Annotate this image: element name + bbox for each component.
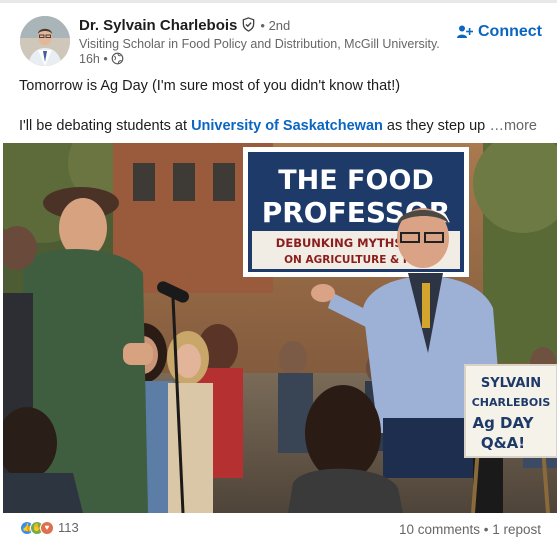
post-text-fragment: I'll be debating students at (19, 118, 192, 134)
connection-degree: • 2nd (260, 18, 291, 33)
comments-reposts-count[interactable]: 10 comments • 1 repost (399, 522, 541, 537)
love-icon: ♥ (40, 520, 54, 535)
reactions-summary[interactable]: 👍 ✋ ♥ 113 (20, 520, 79, 535)
reaction-count: 113 (58, 520, 79, 535)
post-time: 16h • (79, 52, 108, 66)
sign-line: Q&A! (481, 434, 525, 452)
post-header: Dr. Sylvain Charlebois • 2nd Visiting Sch… (0, 10, 557, 72)
post-text-line: Tomorrow is Ag Day (I'm sure most of you… (19, 78, 401, 94)
banner-title-line: THE FOOD (278, 165, 434, 196)
post-text-fragment: as they step up (382, 118, 486, 134)
connect-label: Connect (478, 23, 542, 40)
post-text-line: I'll be debating students at University … (19, 118, 485, 134)
verified-icon (241, 17, 256, 36)
sign-line: CHARLEBOIS (472, 396, 551, 409)
connect-button[interactable]: Connect (457, 23, 542, 41)
sign-line: SYLVAIN (481, 376, 541, 391)
see-more-link[interactable]: …more (489, 118, 537, 134)
post-image[interactable]: THE FOOD PROFESSOR DEBUNKING MYTHS & FA … (3, 143, 557, 513)
author-line: Dr. Sylvain Charlebois • 2nd (79, 17, 290, 36)
organization-mention-link[interactable]: University of Saskatchewan (191, 118, 383, 134)
feed-post: Dr. Sylvain Charlebois • 2nd Visiting Sch… (0, 0, 557, 539)
sign-line: Ag DAY (472, 414, 534, 432)
globe-icon (111, 52, 124, 68)
post-meta: 16h • (79, 52, 124, 68)
avatar[interactable] (20, 16, 70, 66)
author-headline: Visiting Scholar in Food Policy and Dist… (79, 37, 440, 51)
add-person-icon (457, 25, 473, 38)
social-counts-bar: 👍 ✋ ♥ 113 10 comments • 1 repost (0, 518, 557, 539)
divider (0, 0, 557, 3)
author-name[interactable]: Dr. Sylvain Charlebois (79, 17, 237, 34)
